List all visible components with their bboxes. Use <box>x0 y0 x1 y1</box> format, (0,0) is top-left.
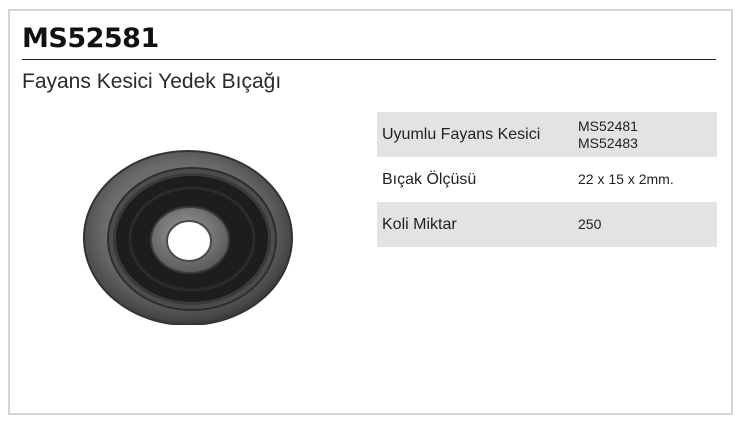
spec-value: 22 x 15 x 2mm. <box>578 157 717 202</box>
spec-table: Uyumlu Fayans Kesici MS52481 MS52483 Bıç… <box>377 112 717 247</box>
compatible-model: MS52481 <box>578 117 638 134</box>
spec-value: 250 <box>578 202 717 247</box>
spec-label: Koli Miktar <box>382 215 457 233</box>
blade-dimension: 22 x 15 x 2mm. <box>578 171 674 187</box>
spec-row: Koli Miktar 250 <box>377 202 717 247</box>
spec-value: MS52481 MS52483 <box>578 112 717 157</box>
bearing-bore <box>166 220 212 262</box>
box-quantity: 250 <box>578 216 602 232</box>
product-code: MS52581 <box>22 23 159 54</box>
spec-label: Bıçak Ölçüsü <box>382 170 477 188</box>
spec-row: Bıçak Ölçüsü 22 x 15 x 2mm. <box>377 157 717 202</box>
title-divider <box>22 59 716 60</box>
product-card: MS52581 Fayans Kesici Yedek Bıçağı Uyuml… <box>8 9 733 415</box>
compatible-model: MS52483 <box>578 134 638 151</box>
product-title: Fayans Kesici Yedek Bıçağı <box>22 70 282 93</box>
spec-label: Uyumlu Fayans Kesici <box>382 125 541 143</box>
spec-row: Uyumlu Fayans Kesici MS52481 MS52483 <box>377 112 717 157</box>
product-image <box>83 150 293 325</box>
